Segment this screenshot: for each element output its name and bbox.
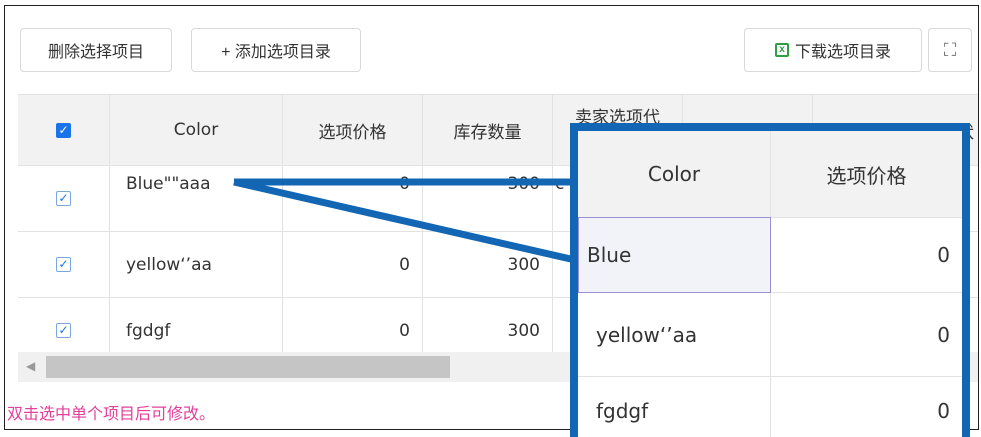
zoom-cell-price: 0 <box>771 217 962 293</box>
zoom-cell-color: Blue <box>578 217 771 293</box>
zoom-callout: Color 选项价格 Blue 0 yellow‘’aa 0 fgdgf 0 <box>570 123 970 437</box>
zoom-header-color: Color <box>578 131 771 217</box>
zoom-header-price: 选项价格 <box>826 163 907 188</box>
zoom-cell-color: fgdgf <box>578 377 771 437</box>
zoom-cell-color: yellow‘’aa <box>578 293 771 377</box>
zoom-cell-price: 0 <box>771 293 962 377</box>
zoom-cell-price: 0 <box>937 399 950 423</box>
